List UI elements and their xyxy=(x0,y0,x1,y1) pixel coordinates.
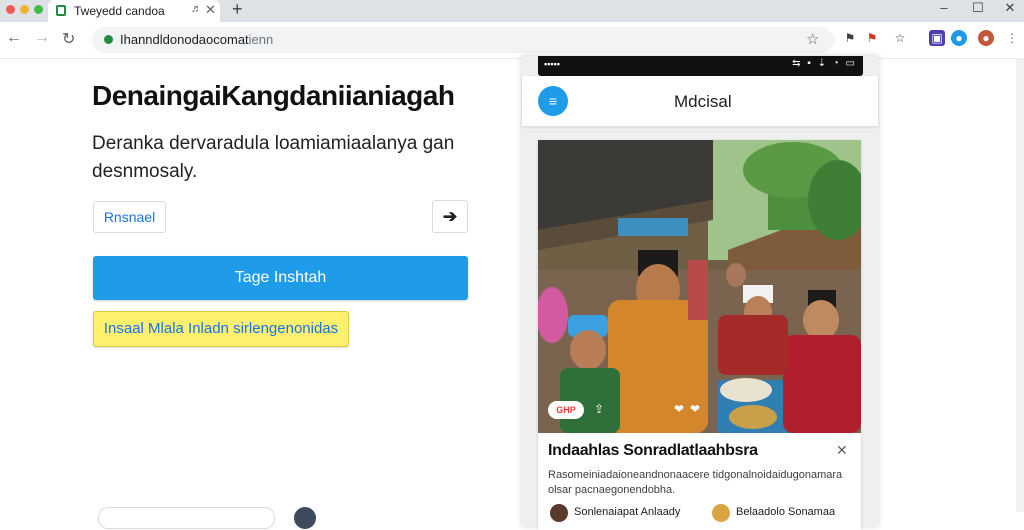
url-text[interactable]: Ihanndldonodaocomatienn xyxy=(120,32,273,47)
address-bar[interactable]: Ihanndldonodaocomatienn ☆ xyxy=(92,27,834,53)
maximize-window-dot[interactable] xyxy=(34,5,43,14)
menu-icon[interactable]: ≡ xyxy=(538,86,568,116)
secure-lock-icon xyxy=(104,35,113,44)
share-icon[interactable]: ⇪ xyxy=(594,402,604,416)
page-scrollbar[interactable] xyxy=(1016,58,1024,512)
url-domain: Ihanndldonodaocomat xyxy=(120,32,249,47)
minimize-button[interactable]: – xyxy=(934,0,954,15)
author-name[interactable]: Belaadolo Sonamaa xyxy=(736,506,835,518)
window-buttons xyxy=(6,5,43,14)
maximize-button[interactable]: ☐ xyxy=(968,0,988,16)
status-left: ▪▪▪▪▪ xyxy=(544,59,560,69)
flag-icon[interactable]: ⚑ xyxy=(842,30,858,46)
tab-close-icon[interactable]: ✕ xyxy=(205,2,216,18)
page-description: Deranka dervaradula loamiamiaalanya gan … xyxy=(92,133,455,182)
like-icon[interactable]: ❤ xyxy=(690,402,700,416)
browser-toolbar: ← → ↻ Ihanndldonodaocomatienn ☆ ⚑ ⚑ ☆ ▣ … xyxy=(0,22,1024,59)
url-path: ienn xyxy=(248,32,274,47)
status-icons: ⇆ ▪ ⇣ ◔ ▭ xyxy=(792,58,857,69)
browser-tab[interactable]: Tweyedd candoa ♬ ✕ xyxy=(48,0,220,22)
app-title: Mdcisal xyxy=(674,92,732,111)
bookmark-star-icon[interactable]: ☆ xyxy=(806,30,819,48)
back-icon[interactable]: ← xyxy=(6,29,22,47)
app-bar: ≡ Mdcisal xyxy=(522,76,878,126)
phone-status-bar: ▪▪▪▪▪ ⇆ ▪ ⇣ ◔ ▭ xyxy=(538,56,863,76)
forward-icon[interactable]: → xyxy=(34,29,50,47)
install-button[interactable]: Insaal Mlala Inladn sirlengenonidas xyxy=(93,311,349,347)
speaker-icon[interactable]: ♬ xyxy=(191,3,202,15)
heart-icon[interactable]: ❤ xyxy=(674,402,684,416)
puzzle-icon[interactable]: ☆ xyxy=(892,30,908,46)
card-title: Indaahlas Sonradlatlaahbsra xyxy=(548,442,758,459)
menu-kebab-icon[interactable]: ⋮ xyxy=(1004,30,1020,46)
profile-icon[interactable]: ● xyxy=(978,30,994,46)
author-name[interactable]: Sonlenaiapat Anlaady xyxy=(574,506,680,518)
card-close-icon[interactable]: ✕ xyxy=(836,442,848,459)
live-badge: GHP xyxy=(548,401,584,419)
extension-icon[interactable]: ▣ xyxy=(929,30,945,46)
bottom-pill[interactable] xyxy=(98,507,275,529)
page-title: DenaingaiKangdaniianiagah xyxy=(92,80,455,111)
primary-button[interactable]: Tage Inshtah xyxy=(93,256,468,300)
bottom-avatar[interactable] xyxy=(294,507,316,529)
settings-icon[interactable]: ● xyxy=(951,30,967,46)
tab-title: Tweyedd candoa xyxy=(74,4,165,18)
arrow-right-button[interactable]: ➔ xyxy=(432,200,468,233)
minimize-window-dot[interactable] xyxy=(20,5,29,14)
secondary-button[interactable]: Rnsnael xyxy=(93,201,166,233)
news-card[interactable]: GHP ⇪ ❤ ❤ Indaahlas Sonradlatlaahbsra ✕ … xyxy=(538,140,861,530)
new-tab-button[interactable]: + xyxy=(232,0,243,20)
card-description: Rasomeiniadaioneandnonaacere tidgonalnoi… xyxy=(548,469,843,496)
close-window-dot[interactable] xyxy=(6,5,15,14)
phone-preview: ▪▪▪▪▪ ⇆ ▪ ⇣ ◔ ▭ ≡ Mdcisal GHP ⇪ ❤ ❤ Inda… xyxy=(522,56,878,530)
market-photo[interactable] xyxy=(538,140,861,433)
author-avatar[interactable] xyxy=(550,504,568,522)
reload-icon[interactable]: ↻ xyxy=(62,29,75,49)
close-button[interactable]: ✕ xyxy=(1000,0,1020,16)
tab-strip: Tweyedd candoa ♬ ✕ + – ☐ ✕ xyxy=(0,0,1024,22)
author-avatar[interactable] xyxy=(712,504,730,522)
sheet-favicon-icon xyxy=(56,5,66,16)
bookmark-icon[interactable]: ⚑ xyxy=(864,30,880,46)
